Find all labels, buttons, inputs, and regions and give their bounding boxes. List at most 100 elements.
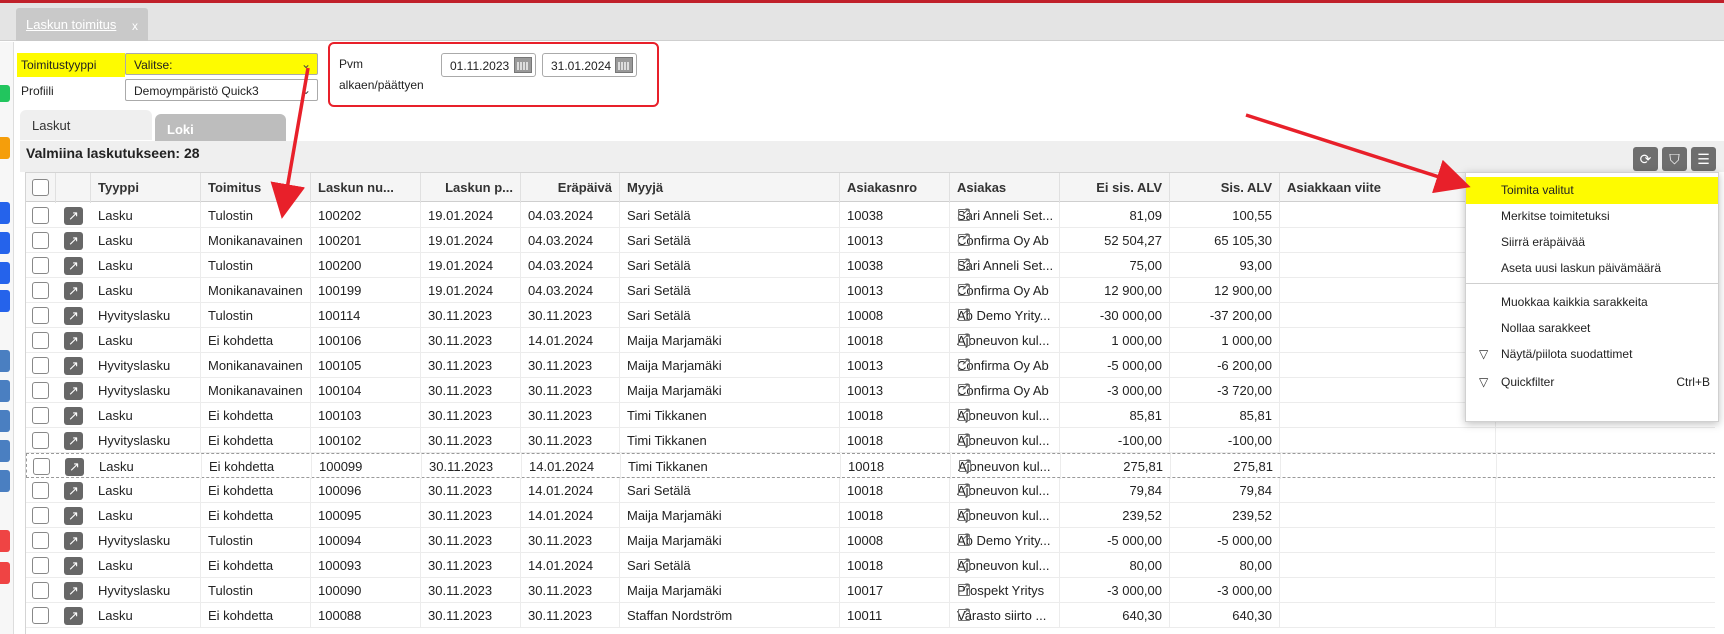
row-checkbox[interactable] (32, 507, 49, 524)
external-link-icon[interactable] (958, 305, 970, 321)
table-row[interactable]: ↗ Hyvityslasku Tulostin 100094 30.11.2023 30.… (26, 528, 1715, 553)
open-row-icon[interactable]: ↗ (64, 407, 83, 425)
table-row[interactable]: ↗ Hyvityslasku Monikanavainen 100104 30.11.2… (26, 378, 1715, 403)
select-all-checkbox[interactable] (32, 179, 49, 196)
tab-close-icon[interactable]: x (132, 19, 138, 33)
row-checkbox[interactable] (32, 207, 49, 224)
row-checkbox[interactable] (32, 557, 49, 574)
table-row[interactable]: ↗ Hyvityslasku Tulostin 100114 30.11.2023 30.… (26, 303, 1715, 328)
external-link-icon[interactable] (958, 580, 970, 596)
row-checkbox[interactable] (32, 407, 49, 424)
open-row-icon[interactable]: ↗ (65, 458, 84, 476)
col-header[interactable]: Asiakasnro (840, 173, 950, 203)
context-menu-item[interactable]: ▽ Näytä/piilota suodattimet (1466, 341, 1718, 368)
row-checkbox[interactable] (32, 432, 49, 449)
external-link-icon[interactable] (958, 405, 970, 421)
col-header[interactable]: Asiakas (950, 173, 1060, 203)
context-menu-item[interactable]: Muokkaa kaikkia sarakkeita (1466, 289, 1718, 316)
table-row[interactable]: ↗ Hyvityslasku Ei kohdetta 100102 30.11.2023… (26, 428, 1715, 453)
row-checkbox[interactable] (32, 282, 49, 299)
row-checkbox[interactable] (33, 458, 50, 475)
table-row[interactable]: ↗ Hyvityslasku Tulostin 100090 30.11.2023 30.… (26, 578, 1715, 603)
table-row[interactable]: ↗ Lasku Ei kohdetta 100099 30.11.2023 14.01.2… (26, 453, 1715, 479)
open-row-icon[interactable]: ↗ (64, 532, 83, 550)
date-from-input[interactable]: 01.11.2023 (441, 53, 536, 77)
row-checkbox[interactable] (32, 332, 49, 349)
table-row[interactable]: ↗ Lasku Ei kohdetta 100095 30.11.2023 14.01.2… (26, 503, 1715, 528)
context-menu-item[interactable]: Toimita valitut (1466, 177, 1718, 204)
external-link-icon[interactable] (958, 355, 970, 371)
context-menu-item[interactable]: Nollaa sarakkeet (1466, 315, 1718, 342)
date-to-input[interactable]: 31.01.2024 (542, 53, 637, 77)
external-link-icon[interactable] (958, 555, 970, 571)
open-row-icon[interactable]: ↗ (64, 207, 83, 225)
col-header[interactable]: Eräpäivä (521, 173, 620, 203)
table-row[interactable]: ↗ Lasku Ei kohdetta 100088 30.11.2023 30.11.2… (26, 603, 1715, 628)
table-row[interactable]: ↗ Lasku Monikanavainen 100199 19.01.2024 04.0… (26, 278, 1715, 303)
table-row[interactable]: ↗ Lasku Monikanavainen 100201 19.01.2024 04.0… (26, 228, 1715, 253)
open-row-icon[interactable]: ↗ (64, 257, 83, 275)
open-row-icon[interactable]: ↗ (64, 432, 83, 450)
table-row[interactable]: ↗ Lasku Ei kohdetta 100093 30.11.2023 14.01.2… (26, 553, 1715, 578)
external-link-icon[interactable] (958, 255, 970, 271)
external-link-icon[interactable] (959, 456, 971, 472)
col-header[interactable]: Myyjä (620, 173, 840, 203)
open-row-icon[interactable]: ↗ (64, 507, 83, 525)
calendar-icon[interactable] (615, 57, 633, 73)
col-header[interactable]: Tyyppi (91, 173, 201, 203)
open-row-icon[interactable]: ↗ (64, 307, 83, 325)
delivery-type-select[interactable]: Valitse: ⌄ (125, 53, 318, 75)
open-row-icon[interactable]: ↗ (64, 557, 83, 575)
row-checkbox[interactable] (32, 382, 49, 399)
table-row[interactable]: ↗ Lasku Tulostin 100200 19.01.2024 04.03.2024… (26, 253, 1715, 278)
row-checkbox[interactable] (32, 257, 49, 274)
context-menu-item[interactable]: ▽ Quickfilter Ctrl+B (1466, 369, 1718, 396)
open-row-icon[interactable]: ↗ (64, 607, 83, 625)
external-link-icon[interactable] (958, 605, 970, 621)
col-header[interactable]: Sis. ALV (1170, 173, 1280, 203)
external-link-icon[interactable] (958, 330, 970, 346)
row-checkbox[interactable] (32, 357, 49, 374)
table-row[interactable]: ↗ Lasku Tulostin 100202 19.01.2024 04.03.2024… (26, 203, 1715, 228)
context-menu-item[interactable]: Merkitse toimitetuksi (1466, 203, 1718, 230)
table-row[interactable]: ↗ Lasku Ei kohdetta 100103 30.11.2023 30.11.2… (26, 403, 1715, 428)
row-checkbox[interactable] (32, 307, 49, 324)
table-row[interactable]: ↗ Hyvityslasku Monikanavainen 100105 30.11.2… (26, 353, 1715, 378)
calendar-icon[interactable] (514, 57, 532, 73)
col-header[interactable]: Ei sis. ALV (1060, 173, 1170, 203)
profile-select[interactable]: Demoympäristö Quick3 ⌄ (125, 79, 318, 101)
table-row[interactable]: ↗ Lasku Ei kohdetta 100106 30.11.2023 14.01.2… (26, 328, 1715, 353)
external-link-icon[interactable] (958, 230, 970, 246)
refresh-icon[interactable]: ⟳ (1633, 147, 1658, 171)
external-link-icon[interactable] (958, 380, 970, 396)
open-row-icon[interactable]: ↗ (64, 382, 83, 400)
context-menu-item[interactable]: Siirrä eräpäivää (1466, 229, 1718, 256)
col-header[interactable]: Laskun nu... (311, 173, 421, 203)
tab-laskut[interactable]: Laskut (20, 110, 152, 140)
row-checkbox[interactable] (32, 532, 49, 549)
row-checkbox[interactable] (32, 482, 49, 499)
row-checkbox[interactable] (32, 232, 49, 249)
external-link-icon[interactable] (958, 430, 970, 446)
col-header[interactable]: Toimitus (201, 173, 311, 203)
external-link-icon[interactable] (958, 480, 970, 496)
filter-icon[interactable]: ⛉ (1662, 147, 1687, 171)
external-link-icon[interactable] (958, 530, 970, 546)
col-header[interactable]: Asiakkaan viite (1280, 173, 1496, 203)
external-link-icon[interactable] (958, 205, 970, 221)
context-menu-item[interactable]: Aseta uusi laskun päivämäärä (1466, 255, 1718, 282)
col-header[interactable]: Laskun p... (421, 173, 521, 203)
tab-laskun-toimitus[interactable]: Laskun toimitus x (16, 8, 148, 41)
open-row-icon[interactable]: ↗ (64, 332, 83, 350)
open-row-icon[interactable]: ↗ (64, 282, 83, 300)
table-row[interactable]: ↗ Lasku Ei kohdetta 100096 30.11.2023 14.01.2… (26, 478, 1715, 503)
hamburger-icon[interactable]: ☰ (1691, 147, 1716, 171)
open-row-icon[interactable]: ↗ (64, 582, 83, 600)
row-checkbox[interactable] (32, 607, 49, 624)
open-row-icon[interactable]: ↗ (64, 232, 83, 250)
open-row-icon[interactable]: ↗ (64, 482, 83, 500)
row-checkbox[interactable] (32, 582, 49, 599)
external-link-icon[interactable] (958, 505, 970, 521)
external-link-icon[interactable] (958, 280, 970, 296)
open-row-icon[interactable]: ↗ (64, 357, 83, 375)
